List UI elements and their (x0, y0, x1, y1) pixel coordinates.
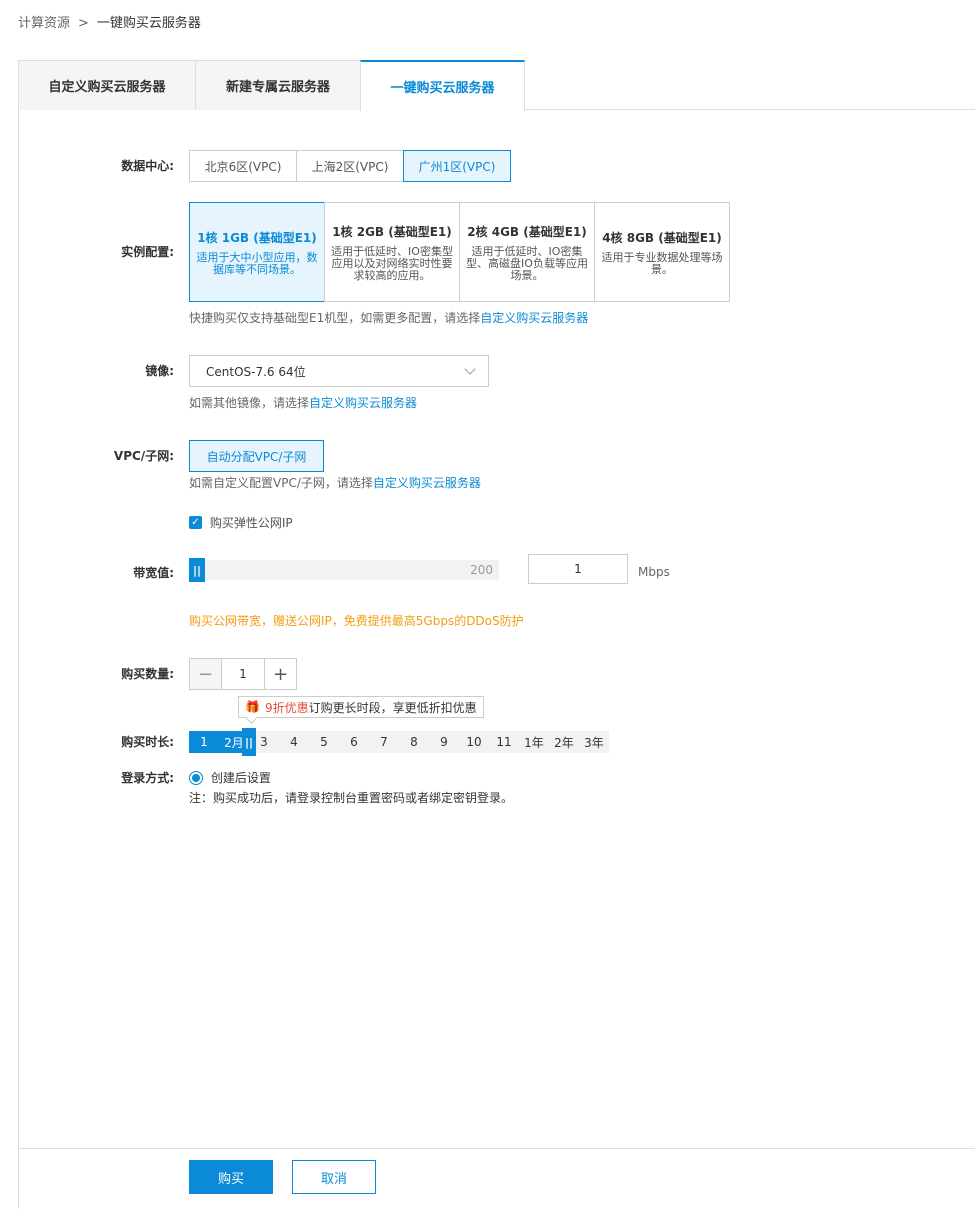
vpc-auto-assign-button[interactable]: 自动分配VPC/子网 (189, 440, 324, 472)
quantity-label: 购买数量: (121, 667, 174, 681)
bandwidth-slider-max: 200 (470, 563, 493, 577)
duration-slider-handle[interactable]: || (242, 728, 256, 756)
duration-option[interactable]: 5 (309, 731, 339, 753)
breadcrumb-root[interactable]: 计算资源 (18, 16, 70, 31)
radio-selected-icon[interactable] (189, 770, 203, 785)
instance-label: 实例配置: (121, 245, 174, 259)
duration-option[interactable]: 9 (429, 731, 459, 753)
instance-hint: 快捷购买仅支持基础型E1机型，如需更多配置，请选择自定义购买云服务器 (189, 309, 588, 326)
instance-card-desc: 适用于低延时、IO密集型应用以及对网络实时性要求较高的应用。 (331, 244, 453, 282)
instance-card-desc: 适用于低延时、IO密集型、高磁盘IO负载等应用场景。 (466, 244, 588, 282)
footer-divider (19, 1148, 975, 1149)
instance-card-title: 4核 8GB (基础型E1) (602, 230, 722, 245)
discount-tooltip-highlight: 9折优惠 (264, 700, 309, 715)
vpc-hint-link[interactable]: 自定义购买云服务器 (373, 476, 481, 490)
login-option-label: 创建后设置 (210, 771, 271, 785)
instance-card-title: 1核 1GB (基础型E1) (197, 230, 317, 245)
duration-option[interactable]: 1 (189, 731, 219, 753)
duration-label: 购买时长: (121, 735, 174, 749)
tab-dedicated-cloud[interactable]: 新建专属云服务器 (195, 60, 361, 110)
form-panel: 数据中心: 北京6区(VPC) 上海2区(VPC) 广州1区(VPC) 实例配置… (18, 109, 975, 1209)
bandwidth-input[interactable]: 1 (528, 554, 628, 584)
login-option[interactable]: 创建后设置 (189, 769, 271, 786)
instance-card-title: 2核 4GB (基础型E1) (467, 224, 587, 239)
bandwidth-label: 带宽值: (133, 566, 174, 580)
duration-selector: 1 2月 3 4 5 6 7 8 9 10 11 1年 2年 3年 || (189, 728, 609, 756)
duration-option[interactable]: 10 (459, 731, 489, 753)
vpc-label: VPC/子网: (113, 449, 174, 463)
discount-tooltip: 🎁 9折优惠 订购更长时段，享更低折扣优惠 (238, 696, 484, 718)
instance-card-2c4g[interactable]: 2核 4GB (基础型E1) 适用于低延时、IO密集型、高磁盘IO负载等应用场景… (459, 202, 595, 302)
buy-button[interactable]: 购买 (189, 1160, 273, 1194)
vpc-hint-text: 如需自定义配置VPC/子网，请选择 (189, 476, 373, 490)
tab-custom-buy[interactable]: 自定义购买云服务器 (18, 60, 196, 110)
instance-card-4c8g[interactable]: 4核 8GB (基础型E1) 适用于专业数据处理等场景。 (594, 202, 730, 302)
bandwidth-promo: 购买公网带宽，赠送公网IP，免费提供最高5Gbps的DDoS防护 (189, 614, 524, 628)
image-hint: 如需其他镜像，请选择自定义购买云服务器 (189, 394, 417, 411)
quantity-increment-button[interactable]: + (264, 659, 296, 689)
quantity-value[interactable]: 1 (222, 659, 264, 689)
instance-card-1c2g[interactable]: 1核 2GB (基础型E1) 适用于低延时、IO密集型应用以及对网络实时性要求较… (324, 202, 460, 302)
chevron-down-icon (464, 363, 476, 375)
instance-hint-text: 快捷购买仅支持基础型E1机型，如需更多配置，请选择 (189, 311, 481, 325)
duration-option[interactable]: 8 (399, 731, 429, 753)
image-select[interactable]: CentOS-7.6 64位 (189, 355, 489, 387)
tab-one-click-buy[interactable]: 一键购买云服务器 (360, 60, 525, 111)
image-select-value: CentOS-7.6 64位 (206, 364, 306, 379)
instance-card-title: 1核 2GB (基础型E1) (332, 224, 452, 239)
bandwidth-unit: Mbps (638, 565, 670, 579)
instance-card-desc: 适用于大中小型应用，数据库等不同场景。 (196, 250, 318, 276)
image-hint-text: 如需其他镜像，请选择 (189, 396, 310, 410)
quantity-decrement-button[interactable]: − (190, 659, 222, 689)
discount-tooltip-text: 订购更长时段，享更低折扣优惠 (308, 700, 477, 715)
login-note: 注：购买成功后，请登录控制台重置密码或者绑定密钥登录。 (189, 791, 514, 805)
image-label: 镜像: (145, 364, 174, 378)
vpc-hint: 如需自定义配置VPC/子网，请选择自定义购买云服务器 (189, 474, 481, 491)
datacenter-selector: 北京6区(VPC) 上海2区(VPC) 广州1区(VPC) (189, 150, 511, 182)
datacenter-label: 数据中心: (121, 159, 174, 173)
instance-card-desc: 适用于专业数据处理等场景。 (601, 250, 723, 276)
login-label: 登录方式: (121, 771, 174, 785)
bandwidth-slider[interactable]: || 200 (189, 558, 499, 582)
duration-option[interactable]: 11 (489, 731, 519, 753)
duration-option[interactable]: 7 (369, 731, 399, 753)
duration-option[interactable]: 4 (279, 731, 309, 753)
breadcrumb: 计算资源 > 一键购买云服务器 (18, 12, 201, 31)
eip-checkbox-row[interactable]: ✓ 购买弹性公网IP (189, 514, 293, 531)
duration-option[interactable]: 1年 (519, 731, 549, 753)
breadcrumb-current: 一键购买云服务器 (96, 16, 201, 31)
duration-option[interactable]: 6 (339, 731, 369, 753)
image-hint-link[interactable]: 自定义购买云服务器 (309, 396, 417, 410)
slider-handle[interactable]: || (189, 558, 205, 582)
instance-card-group: 1核 1GB (基础型E1) 适用于大中小型应用，数据库等不同场景。 1核 2G… (189, 202, 730, 302)
datacenter-option-beijing6[interactable]: 北京6区(VPC) (189, 150, 297, 182)
datacenter-option-guangzhou1[interactable]: 广州1区(VPC) (403, 150, 511, 182)
breadcrumb-separator: > (78, 16, 89, 31)
duration-option[interactable]: 3年 (579, 731, 609, 753)
tab-bar: 自定义购买云服务器 新建专属云服务器 一键购买云服务器 (18, 60, 975, 111)
duration-option[interactable]: 2年 (549, 731, 579, 753)
gift-icon: 🎁 (245, 700, 260, 714)
instance-card-1c1g[interactable]: 1核 1GB (基础型E1) 适用于大中小型应用，数据库等不同场景。 (189, 202, 325, 302)
instance-hint-link[interactable]: 自定义购买云服务器 (480, 311, 588, 325)
datacenter-option-shanghai2[interactable]: 上海2区(VPC) (296, 150, 404, 182)
cancel-button[interactable]: 取消 (292, 1160, 376, 1194)
eip-checkbox-label: 购买弹性公网IP (209, 516, 293, 530)
quantity-stepper: − 1 + (189, 658, 297, 690)
checkbox-checked-icon[interactable]: ✓ (189, 516, 202, 529)
